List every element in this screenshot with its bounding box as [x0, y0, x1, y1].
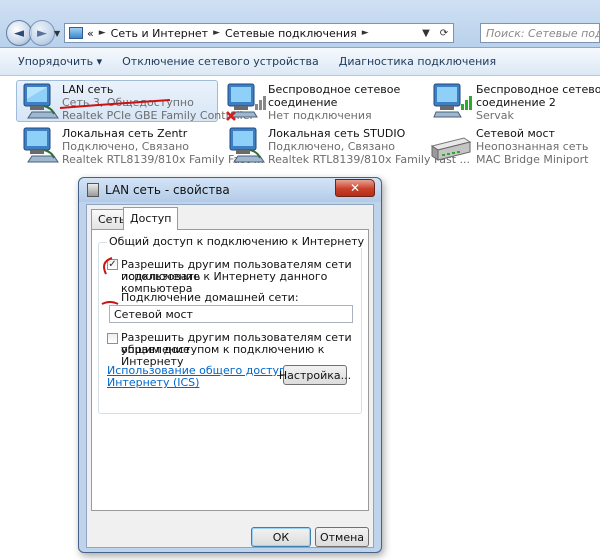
connection-device: MAC Bridge Miniport — [476, 153, 589, 166]
connection-status: Servak — [476, 109, 514, 122]
close-button[interactable]: ✕ — [335, 179, 375, 197]
breadcrumb-item-network-internet[interactable]: Сеть и Интернет — [111, 27, 208, 40]
network-adapter-icon — [87, 183, 99, 197]
chevron-right-icon: ► — [98, 28, 106, 38]
dialog-title: LAN сеть - свойства — [105, 183, 230, 197]
network-bridge-icon — [430, 137, 472, 161]
settings-button[interactable]: Настройка... — [279, 365, 351, 385]
ics-help-link-line2[interactable]: Интернету (ICS) — [107, 377, 199, 389]
connection-name: Беспроводное сетевое — [268, 83, 401, 96]
search-input[interactable]: Поиск: Сетевые подключ — [480, 23, 600, 43]
ics-group-label: Общий доступ к подключению к Интернету — [107, 235, 367, 248]
ics-group-box: Общий доступ к подключению к Интернету ✓… — [98, 235, 367, 414]
allow-control-checkbox[interactable] — [107, 333, 118, 344]
explorer-nav-bar: ◄ ► ▼ « ► Сеть и Интернет ► Сетевые подк… — [0, 0, 600, 48]
control-panel-icon — [69, 27, 83, 39]
wireless-network-icon — [433, 83, 472, 118]
chevron-right-icon[interactable]: ► — [213, 28, 220, 38]
home-connection-select[interactable]: Сетевой мост — [109, 305, 353, 323]
organize-button[interactable]: Упорядочить ▾ — [0, 55, 112, 68]
connection-name: Локальная сеть Zentr — [62, 127, 188, 140]
check-mark-icon: ✓ — [108, 259, 117, 270]
command-bar: Упорядочить ▾ Отключение сетевого устрой… — [0, 48, 600, 76]
tab-sharing[interactable]: Доступ — [123, 207, 179, 230]
properties-dialog: LAN сеть - свойства ✕ Сеть Доступ Общий … — [78, 177, 382, 553]
address-bar[interactable]: « ► Сеть и Интернет ► Сетевые подключени… — [64, 23, 454, 43]
connection-status: Сеть 3, Общедоступно — [62, 96, 194, 109]
connection-status: Подключено, Связано — [268, 140, 396, 153]
connection-status: Неопознанная сеть — [476, 140, 589, 153]
ok-button[interactable]: ОК — [251, 527, 311, 547]
allow-sharing-checkbox[interactable]: ✓ — [107, 259, 118, 270]
dialog-title-bar[interactable]: LAN сеть - свойства ✕ — [79, 178, 381, 202]
disable-device-button[interactable]: Отключение сетевого устройства — [112, 55, 329, 68]
wired-network-icon — [23, 127, 59, 163]
connection-name-line2: соединение 2 — [476, 96, 556, 109]
connection-name: Локальная сеть STUDIO — [268, 127, 406, 140]
address-dropdown-icon[interactable]: ▼ — [417, 24, 435, 42]
connection-name-line2: соединение — [268, 96, 338, 109]
wired-network-icon — [23, 83, 59, 119]
wired-network-icon — [229, 127, 265, 163]
dialog-body: Сеть Доступ Общий доступ к подключению к… — [86, 204, 374, 548]
connection-name: LAN сеть — [62, 83, 114, 96]
breadcrumb-overflow[interactable]: « — [87, 27, 94, 40]
connection-name: Сетевой мост — [476, 127, 555, 140]
chevron-right-icon[interactable]: ► — [362, 28, 369, 38]
breadcrumb-item-network-connections[interactable]: Сетевые подключения — [225, 27, 357, 40]
connection-status: Нет подключения — [268, 109, 372, 122]
connection-name: Беспроводное сетевое — [476, 83, 600, 96]
refresh-icon[interactable]: ⟳ — [435, 24, 453, 42]
connection-status: Подключено, Связано — [62, 140, 190, 153]
cancel-button[interactable]: Отмена — [315, 527, 369, 547]
forward-button[interactable]: ► — [29, 20, 55, 46]
diagnose-connection-button[interactable]: Диагностика подключения — [329, 55, 506, 68]
recent-pages-dropdown-icon[interactable]: ▼ — [54, 29, 60, 38]
wireless-network-disconnected-icon — [226, 83, 266, 121]
home-connection-label: Подключение домашней сети: — [121, 291, 299, 304]
sharing-tab-panel: Общий доступ к подключению к Интернету ✓… — [91, 229, 369, 511]
